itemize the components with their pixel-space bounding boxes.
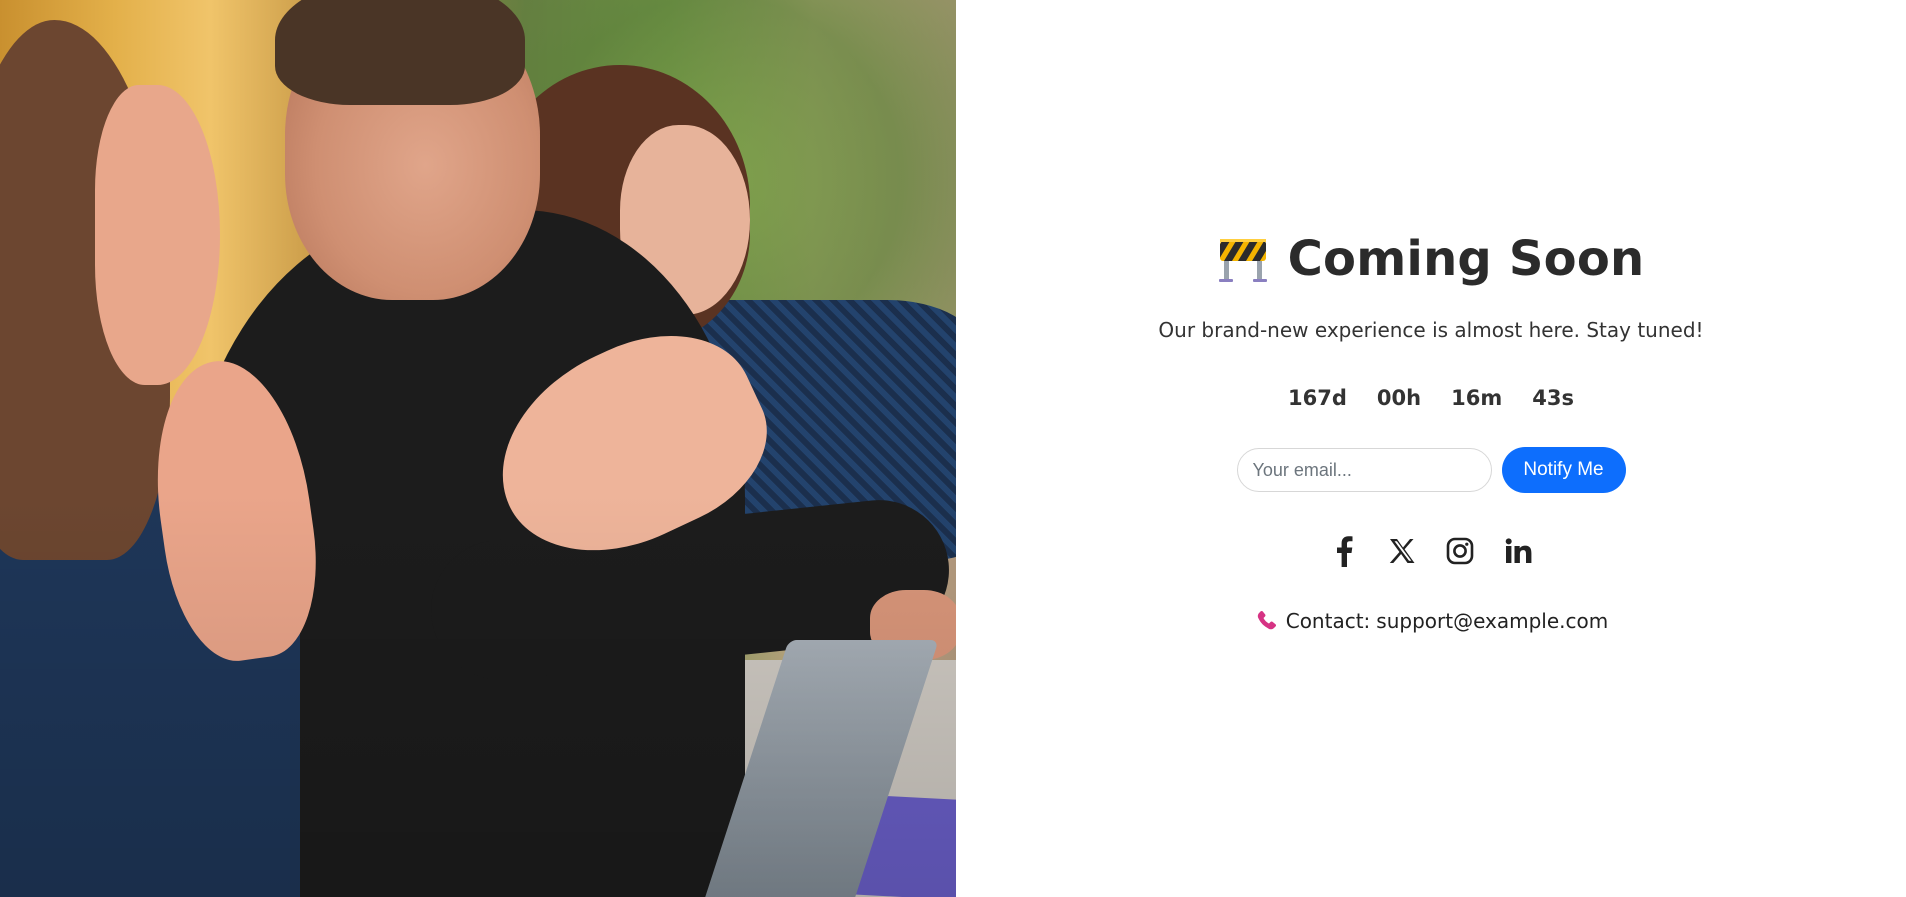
countdown-minutes: 16m (1451, 386, 1503, 410)
linkedin-icon (1504, 537, 1532, 569)
countdown-timer: 167d 00h 16m 43s (1288, 386, 1574, 410)
instagram-icon (1446, 537, 1474, 569)
contact-info: Contact: support@example.com (1254, 609, 1609, 633)
facebook-icon (1334, 535, 1354, 571)
notify-me-button[interactable]: Notify Me (1501, 447, 1626, 493)
phone-icon (1254, 609, 1278, 633)
content-panel: Coming Soon Our brand-new experience is … (956, 0, 1906, 897)
subtitle: Our brand-new experience is almost here.… (1158, 318, 1704, 342)
email-input[interactable] (1236, 448, 1492, 492)
countdown-days: 167d (1288, 386, 1347, 410)
contact-email-link[interactable]: support@example.com (1376, 609, 1608, 633)
notify-form: Notify Me (1236, 447, 1626, 493)
team-meeting-photo (0, 0, 956, 897)
construction-barrier-icon (1218, 235, 1268, 283)
contact-label: Contact: (1285, 609, 1371, 633)
x-twitter-icon (1388, 537, 1416, 569)
countdown-hours: 00h (1376, 386, 1422, 410)
page-title: Coming Soon (1287, 231, 1645, 287)
contact-text: Contact: support@example.com (1286, 609, 1609, 633)
linkedin-link[interactable] (1503, 537, 1533, 569)
coming-soon-page: Coming Soon Our brand-new experience is … (0, 0, 1906, 897)
countdown-seconds: 43s (1532, 386, 1574, 410)
title-row: Coming Soon (1218, 226, 1645, 292)
x-twitter-link[interactable] (1387, 537, 1417, 569)
social-links (1329, 535, 1533, 571)
instagram-link[interactable] (1445, 537, 1475, 569)
coming-soon-card: Coming Soon Our brand-new experience is … (956, 226, 1906, 633)
facebook-link[interactable] (1329, 535, 1359, 571)
